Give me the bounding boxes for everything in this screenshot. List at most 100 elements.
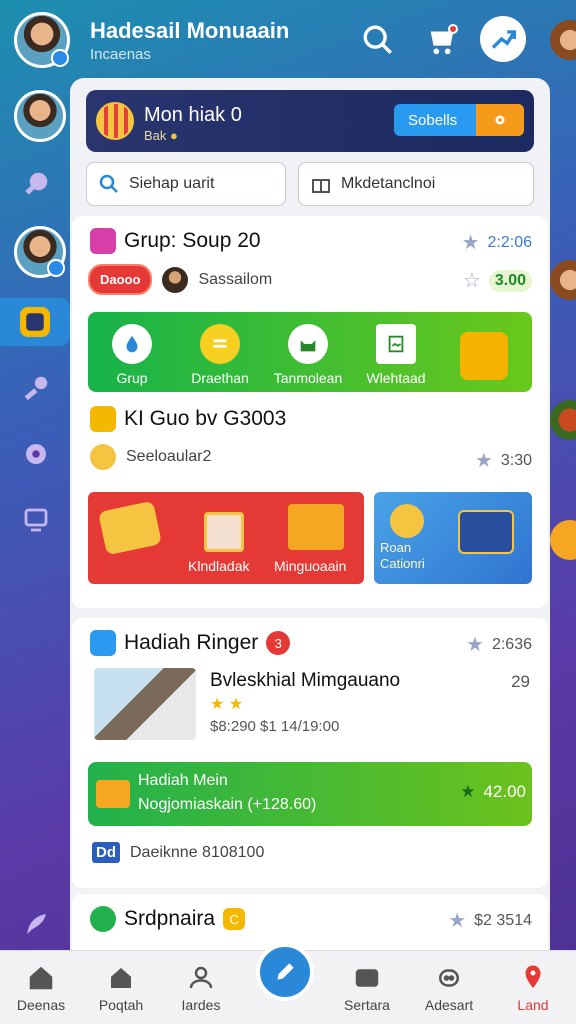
reward-bar[interactable]: Hadiah Mein Nogjomiaskain (+128.60) ★ 42.… (88, 762, 532, 826)
robot-icon (439, 969, 459, 987)
drop-icon (112, 324, 152, 364)
check-icon (90, 406, 116, 432)
item-title[interactable]: Bvleskhial Mimgauano (210, 670, 400, 692)
star-icon[interactable]: ★ (462, 230, 480, 255)
status-badge[interactable]: Daooo (88, 264, 153, 295)
card-time: 2:636 (491, 635, 532, 653)
reward-banner[interactable]: Roan Cationri (374, 492, 532, 584)
card-meta: ★ 2:2:06 (462, 230, 532, 255)
nav-series[interactable]: Sertara (332, 963, 402, 1013)
card-meta: ★ $2 3514 (448, 908, 532, 933)
contact-avatar[interactable] (14, 90, 66, 142)
gift-box-icon (288, 504, 344, 550)
reward-label: Roan Cationri (380, 540, 425, 571)
filter-placeholder: Mkdetanclnoi (341, 175, 436, 192)
settings-icon (476, 104, 524, 136)
category-item[interactable]: Draethan (176, 324, 264, 386)
item-thumbnail[interactable] (94, 668, 196, 740)
nav-home[interactable]: Deenas (6, 963, 76, 1013)
contact-avatar[interactable] (14, 226, 66, 278)
promo-button[interactable]: Sobells (394, 104, 524, 136)
left-rail (0, 80, 70, 950)
search-input[interactable]: Siehap uarit (86, 162, 286, 206)
document-icon (376, 324, 416, 364)
card-title-row[interactable]: Grup: Soup 20 (90, 228, 261, 254)
drumstick-icon[interactable] (14, 162, 58, 206)
avatar[interactable] (162, 266, 189, 293)
star-icon[interactable]: ☆ (463, 268, 481, 293)
bulb-icon (390, 504, 424, 538)
circle-icon (90, 906, 116, 932)
search-icon[interactable] (356, 18, 400, 62)
notification-icon[interactable] (420, 18, 464, 62)
app-title: Hadesail Monuaain (90, 18, 290, 43)
nav-portal[interactable]: Poqtah (86, 963, 156, 1013)
y-icon[interactable] (90, 444, 116, 470)
feather-icon[interactable] (14, 902, 58, 946)
bar-title: Hadiah Mein (138, 772, 228, 789)
coin-icon (96, 102, 134, 140)
promo-banner[interactable]: Mon hiak 0 Bak ● Sobells (86, 90, 534, 152)
category-item[interactable]: Wlehtaad (352, 324, 440, 386)
card-info-row: Daooo Sassailom (88, 264, 272, 295)
footer-row[interactable]: Dd Daeiknne 8108100 (92, 842, 264, 863)
search-row: Siehap uarit Mkdetanclnoi (86, 162, 534, 206)
group-card: Srdpnaira C ★ $2 3514 (72, 894, 548, 958)
bar-subtitle: Nogjomiaskain (+128.60) (138, 796, 317, 813)
chat-icon (355, 969, 379, 987)
screen-icon[interactable] (14, 498, 58, 542)
category-item[interactable]: Tanmolean (264, 324, 352, 386)
star-icon[interactable]: ★ (466, 632, 484, 657)
item-count: 29 (511, 672, 530, 691)
bar-value: ★ 42.00 (460, 782, 526, 801)
filter-input[interactable]: Mkdetanclnoi (298, 162, 534, 206)
card-title: Hadiah Ringer (124, 631, 259, 654)
category-item[interactable]: Grup (88, 324, 176, 386)
card-title-row[interactable]: Srdpnaira C (90, 906, 246, 932)
card-title: Grup: Soup 20 (124, 229, 261, 252)
toolbox-icon (458, 510, 514, 554)
card-info-row: Seeloaular2 (90, 444, 211, 470)
star-icon[interactable]: ★ (475, 448, 493, 473)
card-score: ★ 3:30 (475, 448, 532, 473)
reward-label: Klndladak (188, 558, 250, 574)
box-icon (440, 332, 528, 386)
app-header: Hadesail Monuaain Incaenas (0, 0, 576, 80)
card-title-row[interactable]: Hadiah Ringer 3 (90, 630, 291, 656)
chat-icon (90, 630, 116, 656)
background-edge (548, 0, 576, 1024)
reward-banner[interactable]: Klndladak Minguoaain (88, 492, 364, 584)
card-value: $2 3514 (474, 911, 532, 929)
score-value: 3.00 (488, 269, 532, 292)
username: Sassailom (198, 270, 273, 288)
tag-icon (20, 307, 50, 337)
star-icon[interactable]: ★ (448, 908, 466, 933)
reward-label: Minguoaain (274, 558, 347, 574)
group-icon (90, 228, 116, 254)
nav-land[interactable]: Land (498, 963, 568, 1013)
create-button[interactable] (256, 943, 314, 1001)
cake-icon (96, 780, 130, 808)
card-title-row[interactable]: KI Guo bv G3003 (90, 406, 286, 432)
people-icon (189, 966, 213, 989)
main-panel: Mon hiak 0 Bak ● Sobells Siehap uarit Mk… (70, 78, 550, 958)
rail-active-tab[interactable] (0, 298, 70, 346)
card-title: Srdpnaira (124, 907, 216, 930)
profile-icon[interactable] (480, 16, 526, 62)
user-avatar[interactable] (14, 12, 70, 68)
nav-account[interactable]: Adesart (414, 963, 484, 1013)
home-icon (29, 966, 53, 990)
location-icon (525, 965, 541, 988)
wand-icon[interactable] (14, 366, 58, 410)
rating-icon: ★ ★ (210, 696, 244, 713)
nav-friends[interactable]: Iardes (166, 963, 236, 1013)
count-badge: C (223, 908, 246, 930)
category-banner: Grup Draethan Tanmolean Wlehtaad (88, 312, 532, 392)
item-price: $8:290 $1 14/19:00 (210, 718, 340, 735)
promo-subtitle: Bak ● (144, 128, 178, 143)
username: Seeloaular2 (126, 448, 212, 465)
bottom-nav: Deenas Poqtah Iardes Sertara Adesart Lan… (0, 943, 576, 1024)
gear-icon[interactable] (14, 432, 58, 476)
list-icon (200, 324, 240, 364)
group-card: Grup: Soup 20 ★ 2:2:06 Daooo Sassailom ☆… (72, 216, 548, 608)
